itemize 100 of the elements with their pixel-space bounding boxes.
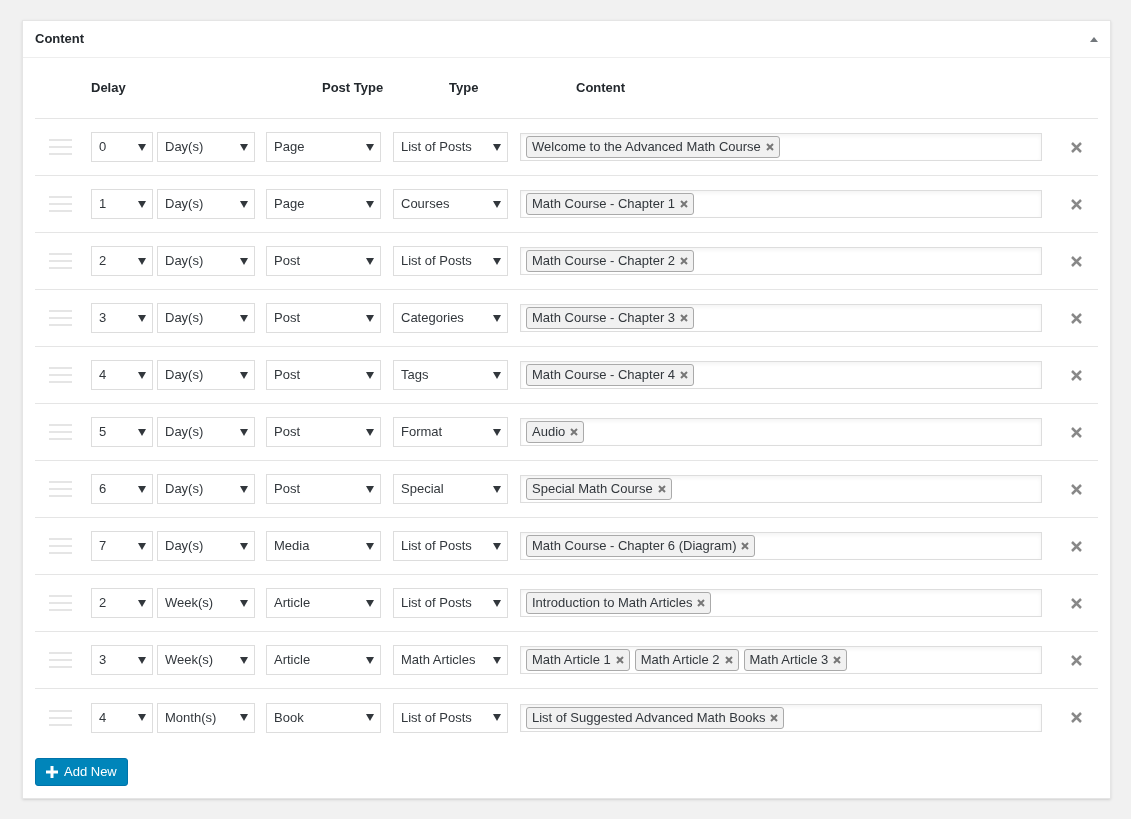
drag-handle-icon[interactable] (49, 424, 72, 440)
remove-icon[interactable] (770, 713, 779, 722)
delay-select[interactable]: 4 (91, 702, 153, 733)
remove-icon[interactable] (765, 143, 774, 151)
unit-select[interactable]: Day(s) (157, 474, 255, 504)
unit-select[interactable]: Day(s) (157, 531, 255, 561)
drag-handle-icon[interactable] (49, 310, 72, 326)
type-select[interactable]: List of Posts (393, 531, 508, 561)
type-select[interactable]: Tags (393, 360, 508, 390)
type-select[interactable]: Special (393, 474, 508, 504)
delay-select[interactable]: 7 (91, 531, 153, 561)
content-tag: Special Math Course (526, 478, 672, 500)
content-field[interactable]: Math Article 1 Math Article 2 Math Article 3 (520, 646, 1042, 674)
drag-handle-icon[interactable] (49, 253, 72, 269)
drag-handle-icon[interactable] (49, 709, 72, 726)
drag-handle-icon[interactable] (49, 139, 72, 155)
content-field[interactable]: Introduction to Math Articles (520, 589, 1042, 617)
content-field[interactable]: Math Course - Chapter 3 (520, 304, 1042, 332)
unit-select[interactable]: Day(s) (157, 303, 255, 333)
content-field[interactable]: Math Course - Chapter 2 (520, 247, 1042, 275)
delay-select[interactable]: 2 (91, 588, 153, 618)
content-field[interactable]: Welcome to the Advanced Math Course (520, 133, 1042, 161)
post-type-select[interactable]: Page (266, 189, 381, 219)
drag-handle-icon[interactable] (49, 538, 72, 554)
delay-select[interactable]: 3 (91, 303, 153, 333)
content-field[interactable]: Special Math Course (520, 475, 1042, 503)
drag-handle-icon[interactable] (49, 652, 72, 668)
dropdown-arrow-icon (138, 257, 146, 265)
remove-row-icon[interactable] (1070, 426, 1082, 438)
unit-select[interactable]: Day(s) (157, 360, 255, 390)
post-type-select[interactable]: Post (266, 246, 381, 276)
remove-row-icon[interactable] (1070, 255, 1082, 267)
post-type-select[interactable]: Article (266, 645, 381, 675)
drag-handle-icon[interactable] (49, 367, 72, 383)
delay-select[interactable]: 3 (91, 645, 153, 675)
post-type-select[interactable]: Media (266, 531, 381, 561)
content-field[interactable]: Math Course - Chapter 4 (520, 361, 1042, 389)
remove-row-icon[interactable] (1070, 654, 1082, 666)
post-type-select[interactable]: Article (266, 588, 381, 618)
type-select[interactable]: Format (393, 417, 508, 447)
remove-icon[interactable] (680, 200, 689, 208)
unit-select[interactable]: Day(s) (157, 417, 255, 447)
unit-select[interactable]: Day(s) (157, 189, 255, 219)
dropdown-arrow-icon (366, 542, 374, 550)
remove-icon[interactable] (680, 314, 689, 322)
delay-select[interactable]: 0 (91, 132, 153, 162)
dropdown-arrow-icon (366, 143, 374, 151)
type-select[interactable]: Math Articles (393, 645, 508, 675)
remove-row-icon[interactable] (1070, 712, 1082, 723)
delay-select[interactable]: 5 (91, 417, 153, 447)
remove-icon[interactable] (741, 542, 750, 550)
type-select[interactable]: Categories (393, 303, 508, 333)
content-tag: Welcome to the Advanced Math Course (526, 136, 780, 158)
remove-icon[interactable] (833, 656, 842, 664)
type-select[interactable]: List of Posts (393, 246, 508, 276)
remove-row-icon[interactable] (1070, 483, 1082, 495)
unit-select[interactable]: Day(s) (157, 246, 255, 276)
delay-select[interactable]: 6 (91, 474, 153, 504)
content-field[interactable]: Audio (520, 418, 1042, 446)
add-new-button[interactable]: Add New (35, 758, 128, 786)
remove-row-icon[interactable] (1070, 369, 1082, 381)
remove-icon[interactable] (570, 428, 579, 436)
dropdown-arrow-icon (493, 143, 501, 151)
post-type-select[interactable]: Page (266, 132, 381, 162)
remove-row-icon[interactable] (1070, 312, 1082, 324)
remove-icon[interactable] (680, 371, 689, 379)
content-field[interactable]: Math Course - Chapter 1 (520, 190, 1042, 218)
post-type-select[interactable]: Post (266, 303, 381, 333)
type-select[interactable]: Courses (393, 189, 508, 219)
type-select[interactable]: List of Posts (393, 588, 508, 618)
dropdown-arrow-icon (240, 656, 248, 664)
remove-row-icon[interactable] (1070, 198, 1082, 210)
remove-icon[interactable] (615, 656, 624, 664)
drag-handle-icon[interactable] (49, 196, 72, 212)
unit-select[interactable]: Week(s) (157, 645, 255, 675)
content-field[interactable]: List of Suggested Advanced Math Books (520, 703, 1042, 732)
delay-select[interactable]: 4 (91, 360, 153, 390)
delay-select[interactable]: 1 (91, 189, 153, 219)
dropdown-arrow-icon (493, 257, 501, 265)
unit-select[interactable]: Week(s) (157, 588, 255, 618)
drag-handle-icon[interactable] (49, 481, 72, 497)
post-type-select[interactable]: Book (266, 702, 381, 733)
type-select[interactable]: List of Posts (393, 132, 508, 162)
post-type-select[interactable]: Post (266, 360, 381, 390)
collapse-arrow-icon[interactable] (1090, 36, 1098, 42)
post-type-select[interactable]: Post (266, 474, 381, 504)
drag-handle-icon[interactable] (49, 595, 72, 611)
remove-icon[interactable] (657, 485, 666, 493)
delay-select[interactable]: 2 (91, 246, 153, 276)
content-field[interactable]: Math Course - Chapter 6 (Diagram) (520, 532, 1042, 560)
remove-icon[interactable] (724, 656, 733, 664)
remove-row-icon[interactable] (1070, 540, 1082, 552)
type-select[interactable]: List of Posts (393, 702, 508, 733)
remove-icon[interactable] (680, 257, 689, 265)
remove-row-icon[interactable] (1070, 597, 1082, 609)
post-type-select[interactable]: Post (266, 417, 381, 447)
unit-select[interactable]: Day(s) (157, 132, 255, 162)
remove-icon[interactable] (697, 599, 706, 607)
unit-select[interactable]: Month(s) (157, 702, 255, 733)
remove-row-icon[interactable] (1070, 141, 1082, 153)
